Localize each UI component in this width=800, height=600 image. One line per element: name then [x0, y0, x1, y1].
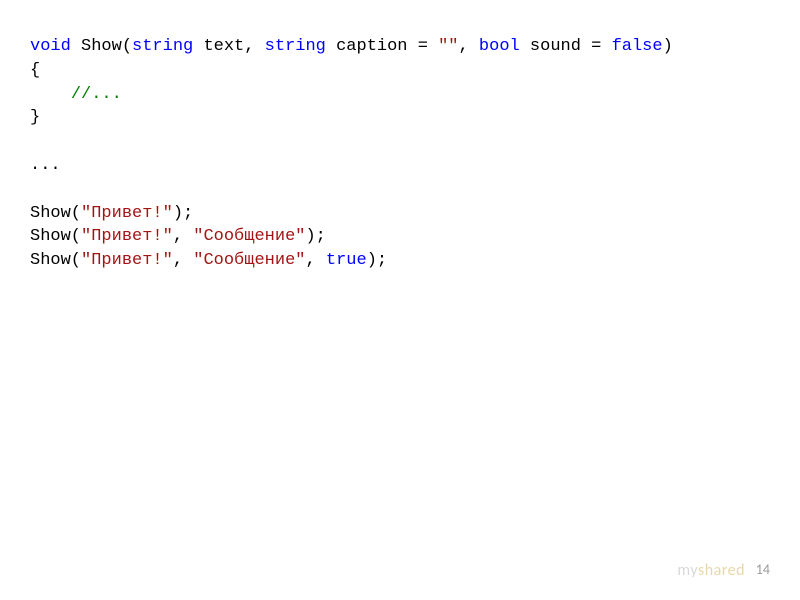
line-2: {	[30, 61, 40, 80]
line-1: void Show(string text, string caption = …	[30, 37, 673, 56]
page-number: 14	[756, 560, 770, 580]
keyword-string: string	[265, 37, 326, 56]
keyword-true: true	[326, 251, 367, 270]
line-9: Show("Привет!", "Сообщение");	[30, 227, 326, 246]
watermark: myshared	[677, 560, 745, 582]
keyword-string: string	[132, 37, 193, 56]
string-literal: "Привет!"	[81, 204, 173, 223]
string-literal: ""	[438, 37, 458, 56]
code-block: void Show(string text, string caption = …	[0, 0, 800, 308]
line-6: ...	[30, 156, 61, 175]
string-literal: "Сообщение"	[193, 227, 305, 246]
line-4: }	[30, 108, 40, 127]
string-literal: "Сообщение"	[193, 251, 305, 270]
keyword-void: void	[30, 37, 71, 56]
comment: //...	[71, 85, 122, 104]
keyword-false: false	[612, 37, 663, 56]
string-literal: "Привет!"	[81, 227, 173, 246]
line-10: Show("Привет!", "Сообщение", true);	[30, 251, 387, 270]
line-8: Show("Привет!");	[30, 204, 193, 223]
line-3: //...	[30, 85, 122, 104]
keyword-bool: bool	[479, 37, 520, 56]
string-literal: "Привет!"	[81, 251, 173, 270]
